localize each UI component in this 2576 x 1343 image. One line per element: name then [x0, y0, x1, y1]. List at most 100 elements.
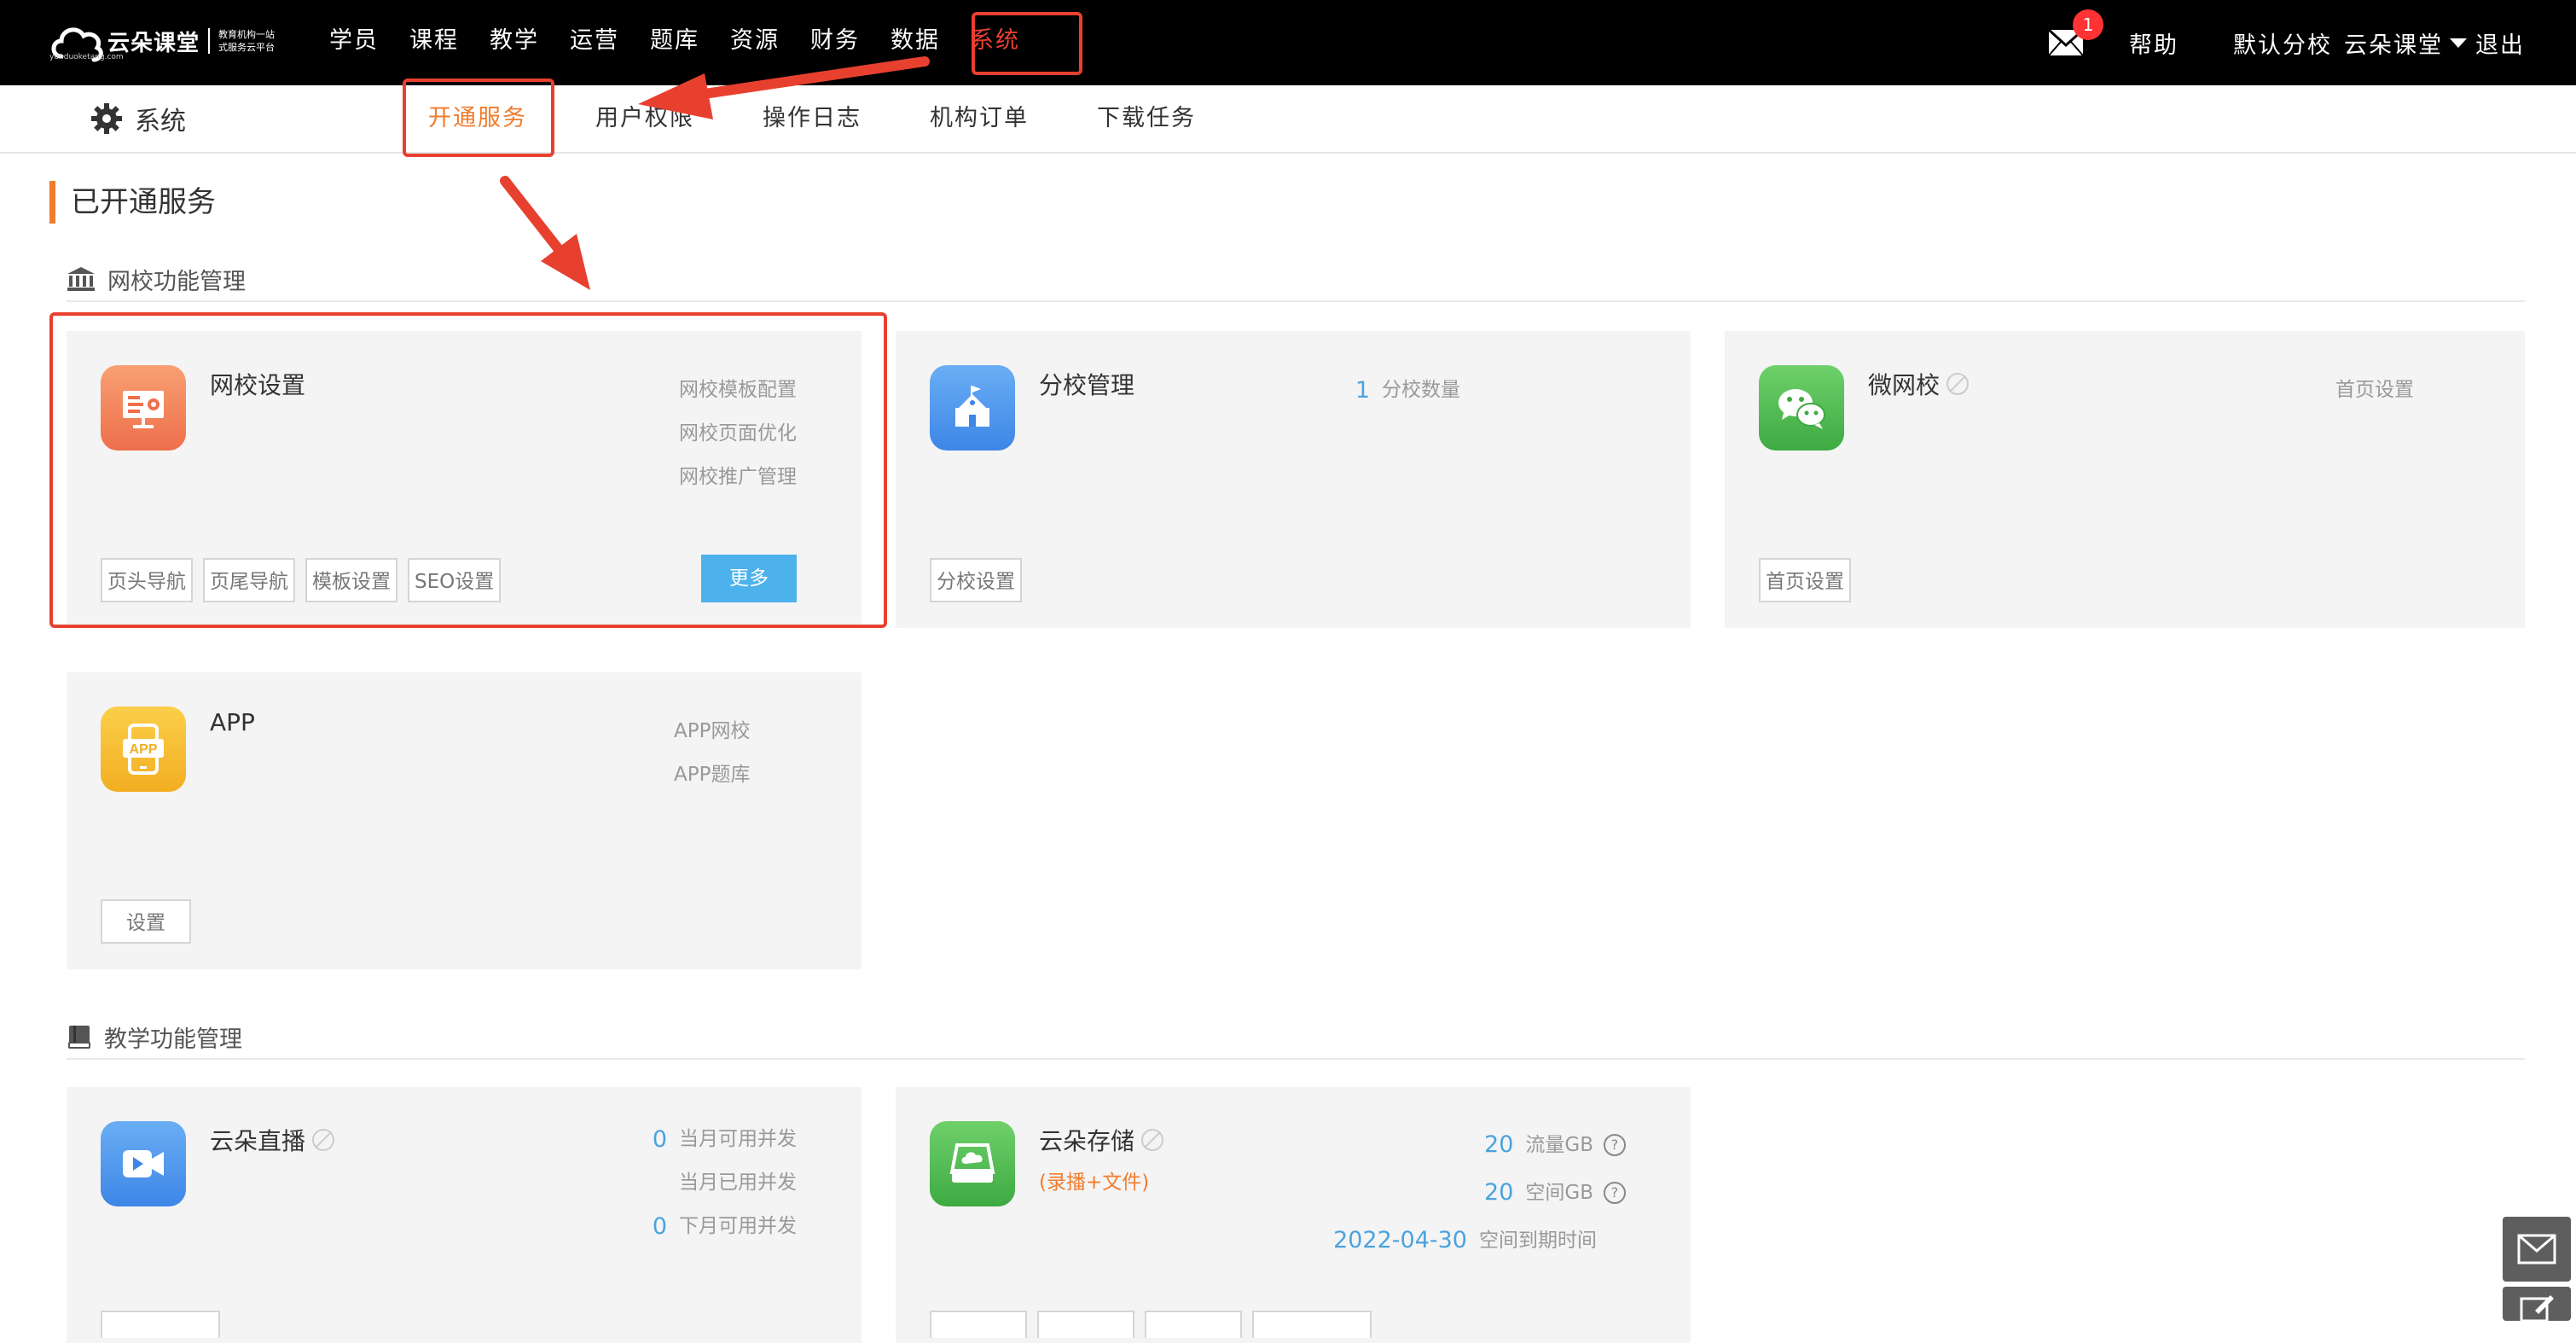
storage-button-partial[interactable] [1037, 1311, 1134, 1338]
tab-user-permissions[interactable]: 用户权限 [595, 85, 694, 152]
nav-students[interactable]: 学员 [329, 0, 379, 85]
edit-icon [2520, 1295, 2554, 1321]
page-title: 已开通服务 [49, 181, 216, 224]
branch-count-label: 分校数量 [1382, 379, 1460, 401]
live-stats: 0 当月可用并发 当月已用并发 0 下月可用并发 [653, 1118, 797, 1248]
wechat-icon [1778, 389, 1825, 429]
link-homepage-settings[interactable]: 首页设置 [2335, 369, 2414, 412]
tab-open-services[interactable]: 开通服务 [428, 85, 527, 152]
live-streaming-title-text: 云朵直播 [210, 1127, 306, 1155]
user-menu[interactable]: 云朵课堂 [2344, 26, 2443, 60]
nav-data[interactable]: 数据 [891, 0, 940, 85]
svg-text:APP: APP [130, 742, 158, 757]
storage-button-partial[interactable] [1145, 1311, 1242, 1338]
unread-badge: 1 [2073, 9, 2103, 40]
card-app: APP APP APP网校 APP题库 设置 [67, 672, 862, 969]
micro-school-title: 微网校 [1868, 367, 1970, 401]
live-stat-row: 0 下月可用并发 [653, 1205, 797, 1248]
more-button[interactable]: 更多 [701, 555, 797, 602]
live-stat-value: 0 [652, 1213, 667, 1240]
branch-stats: 1 分校数量 [1355, 369, 1460, 412]
live-stat-label: 下月可用并发 [679, 1215, 797, 1237]
nav-question-bank[interactable]: 题库 [650, 0, 699, 85]
top-right-menu: 1 帮助 默认分校 云朵课堂 退出 [2047, 0, 2525, 85]
storage-stat-value: 20 [1484, 1131, 1514, 1158]
school-settings-links: 网校模板配置 网校页面优化 网校推广管理 [679, 369, 797, 499]
app-links: APP网校 APP题库 [674, 710, 750, 797]
card-micro-school: 微网校 首页设置 首页设置 [1725, 331, 2525, 628]
cloud-storage-icon [930, 1121, 1015, 1206]
storage-stats: 20 流量GB ? 20 空间GB ? 2022-04-30 空间到期时间 [1333, 1121, 1626, 1265]
section-heading-label: 系统 [135, 107, 186, 137]
tab-download-tasks[interactable]: 下载任务 [1097, 85, 1196, 152]
storage-button-partial[interactable] [1252, 1311, 1372, 1338]
link-app-question-bank[interactable]: APP题库 [674, 753, 750, 797]
live-stat-value: 0 [652, 1126, 667, 1153]
logout-link[interactable]: 退出 [2475, 26, 2525, 60]
help-link[interactable]: 帮助 [2129, 26, 2179, 60]
storage-stat-row: 20 流量GB ? [1333, 1121, 1626, 1169]
homepage-settings-button[interactable]: 首页设置 [1759, 558, 1851, 602]
branch-settings-button[interactable]: 分校设置 [930, 558, 1022, 602]
section-heading: 系统 [90, 85, 186, 152]
storage-stat-value: 2022-04-30 [1333, 1227, 1467, 1253]
storage-stat-label: 空间GB [1525, 1182, 1593, 1204]
storage-buttons-partial [930, 1311, 1372, 1338]
app-icon: APP [101, 706, 186, 792]
cloud-storage-title-text: 云朵存储 [1039, 1127, 1135, 1155]
storage-note: (录播+文件) [1039, 1171, 1150, 1194]
link-page-optimize[interactable]: 网校页面优化 [679, 412, 797, 456]
storage-stat-value: 20 [1484, 1179, 1514, 1206]
help-question-icon[interactable]: ? [1604, 1182, 1626, 1204]
link-app-school[interactable]: APP网校 [674, 710, 750, 753]
group-header-school-label: 网校功能管理 [107, 269, 246, 295]
group-header-school: 网校功能管理 [67, 263, 2525, 302]
group-header-teaching-label: 教学功能管理 [104, 1026, 242, 1053]
float-edit-button[interactable] [2503, 1287, 2571, 1321]
presentation-board-icon [123, 391, 164, 428]
disabled-icon [1141, 1129, 1164, 1151]
caret-down-icon[interactable] [2450, 38, 2467, 48]
storage-stat-label: 空间到期时间 [1479, 1230, 1597, 1252]
live-streaming-title: 云朵直播 [210, 1123, 335, 1157]
float-message-button[interactable] [2503, 1217, 2571, 1282]
nav-courses[interactable]: 课程 [409, 0, 459, 85]
school-switcher[interactable]: 默认分校 [2233, 26, 2332, 60]
brand-logo[interactable]: 云朵课堂 教育机构一站 式服务云平台 yunduoketang.com [49, 15, 275, 67]
storage-button-partial[interactable] [930, 1311, 1027, 1338]
micro-school-icon [1759, 365, 1844, 451]
messages-button[interactable]: 1 [2047, 9, 2103, 57]
link-promotion[interactable]: 网校推广管理 [679, 456, 797, 499]
card-cloud-storage: 云朵存储 (录播+文件) 20 流量GB ? 20 空间GB ? 2022-04… [896, 1087, 1691, 1343]
tab-operation-log[interactable]: 操作日志 [763, 85, 862, 152]
phone-app-icon: APP [123, 724, 164, 775]
footer-nav-button[interactable]: 页尾导航 [203, 558, 295, 602]
branch-buttons: 分校设置 [930, 558, 1032, 602]
storage-box-icon [949, 1143, 995, 1183]
brand-tagline: 教育机构一站 式服务云平台 [208, 28, 275, 54]
nav-operations[interactable]: 运营 [570, 0, 619, 85]
school-building-icon [955, 386, 989, 427]
template-settings-button[interactable]: 模板设置 [305, 558, 397, 602]
live-button-partial[interactable] [101, 1311, 220, 1338]
nav-teaching[interactable]: 教学 [490, 0, 539, 85]
nav-resources[interactable]: 资源 [730, 0, 780, 85]
storage-stat-label: 流量GB [1525, 1134, 1593, 1156]
school-settings-buttons: 页头导航 页尾导航 模板设置 SEO设置 [101, 558, 511, 602]
nav-system[interactable]: 系统 [971, 0, 1020, 85]
app-settings-button[interactable]: 设置 [101, 899, 191, 944]
brand-url: yunduoketang.com [49, 53, 124, 61]
video-camera-icon [123, 1150, 164, 1177]
help-question-icon[interactable]: ? [1604, 1134, 1626, 1156]
gear-icon [91, 103, 122, 134]
nav-finance[interactable]: 财务 [810, 0, 860, 85]
school-settings-title: 网校设置 [210, 371, 306, 399]
header-nav-button[interactable]: 页头导航 [101, 558, 193, 602]
tab-org-orders[interactable]: 机构订单 [930, 85, 1029, 152]
disabled-icon [312, 1129, 335, 1151]
top-navbar: 云朵课堂 教育机构一站 式服务云平台 yunduoketang.com 学员 课… [0, 0, 2576, 85]
seo-settings-button[interactable]: SEO设置 [408, 558, 502, 602]
micro-school-title-text: 微网校 [1868, 371, 1941, 399]
link-template-config[interactable]: 网校模板配置 [679, 369, 797, 412]
book-icon [68, 1026, 90, 1049]
